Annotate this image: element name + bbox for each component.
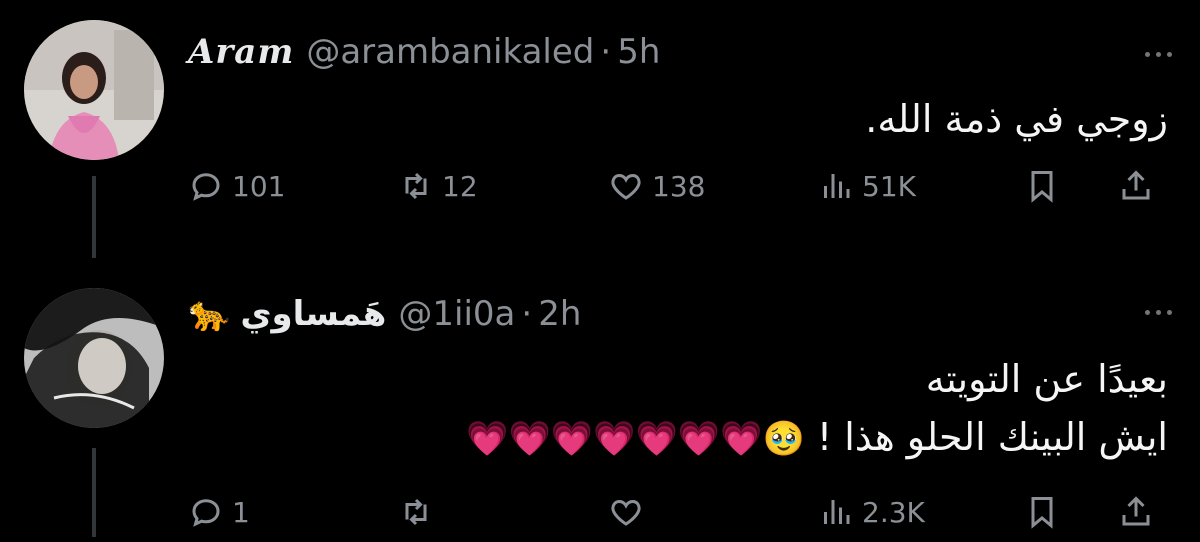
share-icon — [1122, 496, 1150, 526]
tweet-text-line: زوجي في ذمة الله. — [865, 97, 1168, 141]
reply-button[interactable]: 1 — [188, 494, 250, 530]
emoji-sequence: 🥹💗💗💗💗💗💗💗 — [466, 419, 805, 459]
tweet-header: Aram @arambanikaled · 5h — [188, 32, 660, 72]
share-button[interactable] — [1118, 168, 1154, 204]
tweet[interactable]: 🐆 هَمساوي @1ii0a · 2h بعيدًا عن التويته … — [0, 258, 1200, 537]
tweet-text: بعيدًا عن التويته ايش البينك الحلو هذا !… — [466, 350, 1168, 468]
views-icon — [824, 174, 850, 198]
action-bar: 1 2.3K — [188, 494, 1176, 542]
tweet-header: 🐆 هَمساوي @1ii0a · 2h — [188, 294, 581, 334]
leopard-emoji: 🐆 — [188, 294, 231, 334]
retweet-button[interactable]: 12 — [398, 168, 478, 204]
retweet-icon — [405, 172, 427, 200]
bookmark-icon — [1031, 497, 1053, 529]
heart-icon — [611, 173, 641, 200]
tweet-text-line-text: ايش البينك الحلو هذا ! — [816, 415, 1168, 459]
retweet-count: 12 — [442, 169, 478, 203]
more-icon[interactable] — [1145, 310, 1172, 315]
reply-count: 101 — [232, 169, 286, 203]
heart-icon — [611, 499, 641, 526]
thread-line — [92, 448, 96, 537]
tweet[interactable]: Aram @arambanikaled · 5h زوجي في ذمة الل… — [0, 0, 1200, 258]
tweet-text-line: بعيدًا عن التويته — [925, 357, 1168, 401]
reply-count: 1 — [232, 495, 250, 529]
separator: · — [600, 32, 612, 72]
bookmark-icon — [1031, 171, 1053, 203]
retweet-button[interactable] — [398, 494, 442, 530]
more-icon[interactable] — [1145, 52, 1172, 57]
handle[interactable]: @1ii0a — [398, 294, 515, 334]
timestamp[interactable]: 2h — [538, 294, 581, 334]
display-name[interactable]: هَمساوي — [240, 294, 386, 334]
views-button[interactable]: 51K — [818, 168, 916, 204]
timestamp[interactable]: 5h — [617, 32, 660, 72]
bookmark-button[interactable] — [1024, 494, 1060, 530]
views-count: 2.3K — [862, 495, 925, 529]
views-button[interactable]: 2.3K — [818, 494, 925, 530]
retweet-icon — [405, 498, 427, 526]
reply-button[interactable]: 101 — [188, 168, 285, 204]
action-bar: 101 12 138 51K — [188, 168, 1176, 216]
views-icon — [824, 500, 850, 524]
avatar[interactable] — [24, 20, 164, 160]
share-button[interactable] — [1118, 494, 1154, 530]
separator: · — [521, 294, 533, 334]
reply-icon — [192, 173, 220, 201]
tweet-text: زوجي في ذمة الله. — [865, 90, 1168, 148]
like-button[interactable] — [608, 494, 652, 530]
avatar[interactable] — [24, 288, 164, 428]
reply-icon — [192, 499, 220, 527]
thread-line — [92, 176, 96, 258]
display-name[interactable]: Aram — [188, 32, 294, 72]
views-count: 51K — [862, 169, 916, 203]
handle[interactable]: @arambanikaled — [306, 32, 594, 72]
share-icon — [1122, 170, 1150, 200]
tweet-text-line: ايش البينك الحلو هذا ! 🥹💗💗💗💗💗💗💗 — [466, 408, 1168, 468]
bookmark-button[interactable] — [1024, 168, 1060, 204]
like-button[interactable]: 138 — [608, 168, 705, 204]
like-count: 138 — [652, 169, 706, 203]
